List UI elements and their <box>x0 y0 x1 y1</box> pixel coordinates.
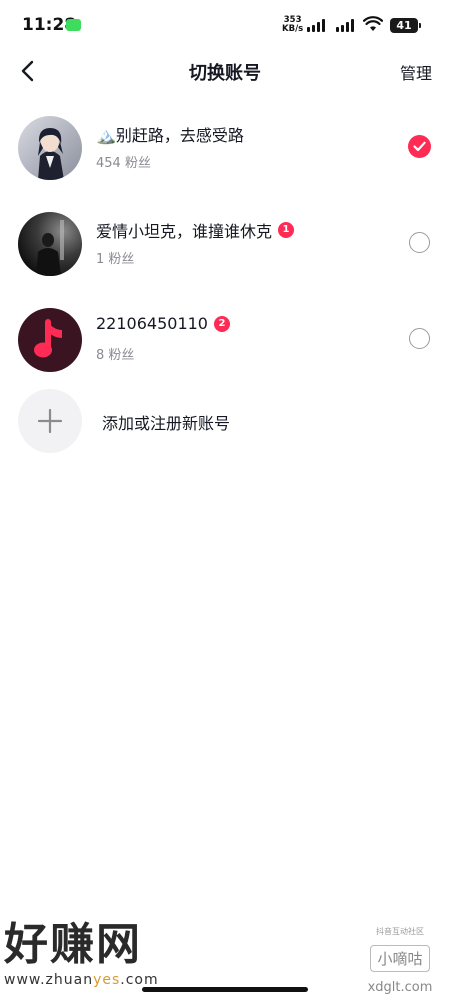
avatar <box>18 308 82 372</box>
account-item[interactable]: 🏔️别赶路，去感受路 454 粉丝 <box>0 100 450 196</box>
notification-badge: 1 <box>278 222 295 238</box>
account-fans: 8 粉丝 <box>96 348 135 363</box>
add-account-circle <box>18 389 82 453</box>
status-bar: 11:28 353 KB/s 41 <box>0 0 450 52</box>
watermark-logo-text: 好赚网 <box>4 919 142 970</box>
watermark-right: 抖音互动社区 小嘀咕 xdglt.com <box>360 926 440 995</box>
home-indicator[interactable] <box>142 987 308 992</box>
net-speed-unit: KB/s <box>282 24 304 34</box>
account-name: 🏔️别赶路，去感受路 <box>96 122 244 146</box>
account-item[interactable]: 爱情小坦克，谁撞谁休克 1 1 粉丝 <box>0 196 450 292</box>
add-account-label: 添加或注册新账号 <box>102 414 231 433</box>
watermark-url-a: www.zhuan <box>4 972 94 988</box>
account-fans: 454 粉丝 <box>96 156 151 171</box>
add-account-button[interactable]: 添加或注册新账号 <box>0 386 450 458</box>
account-name-text: 🏔️别赶路，去感受路 <box>96 126 244 145</box>
radio-button[interactable] <box>409 328 430 349</box>
watermark-left: 好赚网 www.zhuanyes.com <box>4 919 194 989</box>
signal-icon <box>307 19 325 32</box>
account-name: 爱情小坦克，谁撞谁休克 1 <box>96 218 295 242</box>
network-speed: 353 KB/s <box>282 16 303 34</box>
message-notification-icon <box>66 19 81 31</box>
watermark-site: xdglt.com <box>367 980 433 995</box>
avatar <box>18 116 82 180</box>
wifi-icon <box>363 16 383 31</box>
watermark-small-text: 抖音互动社区 <box>376 927 424 936</box>
account-name-text: 22106450110 <box>96 314 208 333</box>
plus-icon <box>37 408 63 434</box>
radio-button[interactable] <box>409 232 430 253</box>
music-note-icon <box>18 308 82 372</box>
battery-indicator: 41 <box>390 18 421 33</box>
watermark-box-text: 小嘀咕 <box>370 945 430 972</box>
account-fans: 1 粉丝 <box>96 252 135 267</box>
header: 切换账号 管理 <box>0 52 450 88</box>
notification-badge: 2 <box>213 315 230 332</box>
manage-button[interactable]: 管理 <box>400 60 432 84</box>
selected-check-icon[interactable] <box>408 135 431 158</box>
signal-icon-2 <box>336 19 354 32</box>
account-name: 22106450110 2 <box>96 314 230 333</box>
watermark-url-b: yes <box>93 972 121 988</box>
page-title: 切换账号 <box>189 63 261 84</box>
watermark-url: www.zhuanyes.com <box>4 972 194 988</box>
watermark-url-c: .com <box>120 972 159 988</box>
avatar <box>18 212 82 276</box>
account-item[interactable]: 22106450110 2 8 粉丝 <box>0 292 450 388</box>
account-name-text: 爱情小坦克，谁撞谁休克 <box>96 222 273 241</box>
